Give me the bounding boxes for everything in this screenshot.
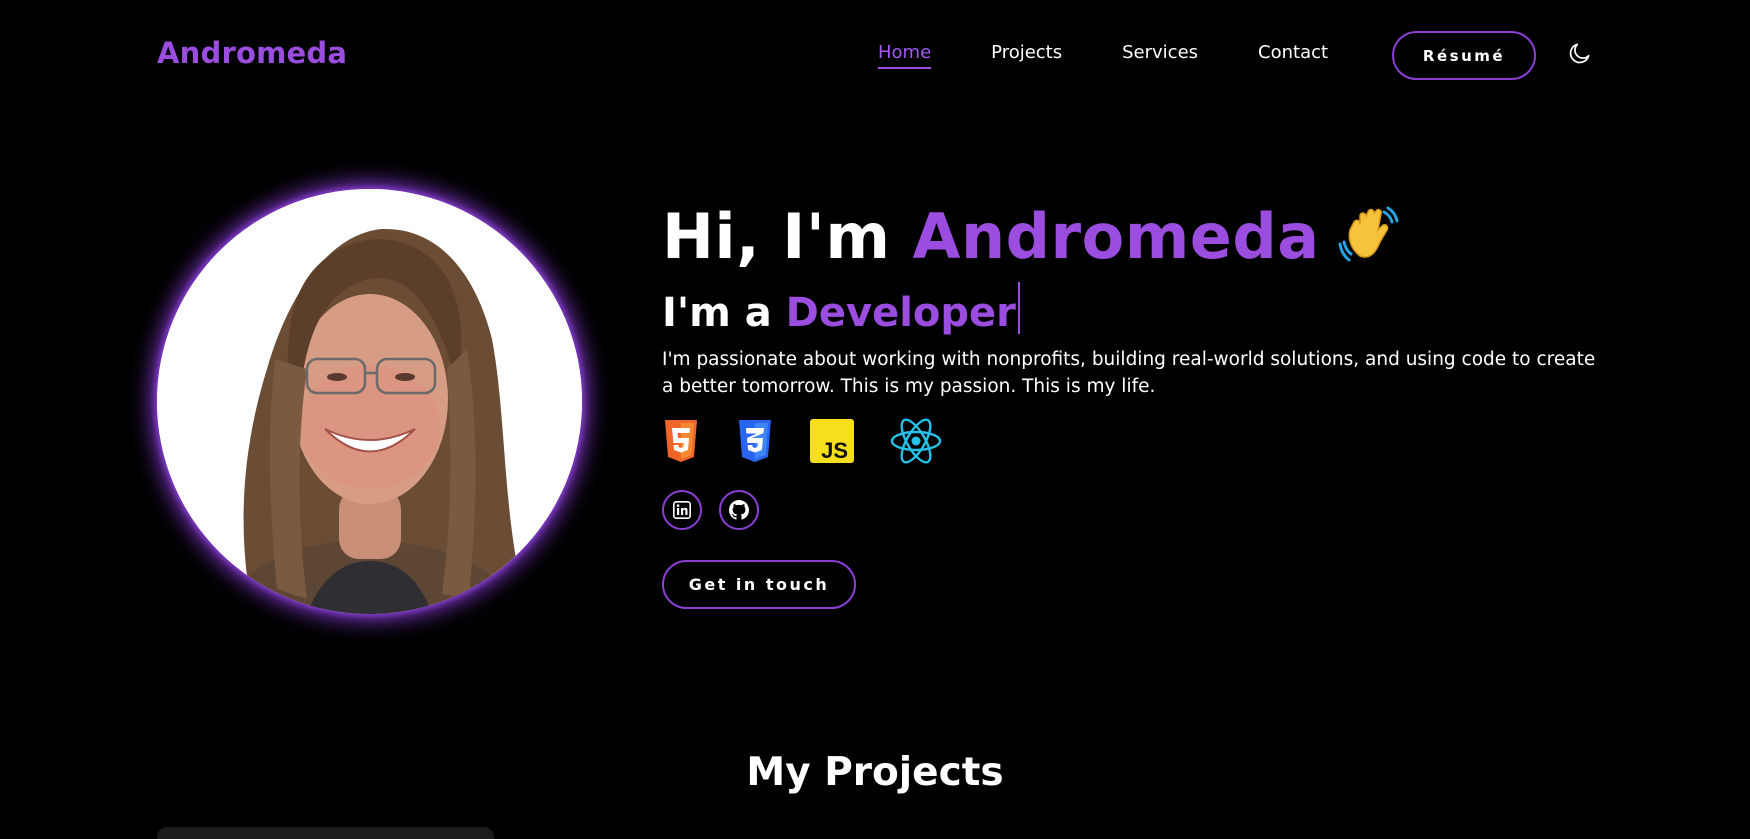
css3-icon bbox=[736, 418, 774, 468]
tech-stack: JS bbox=[662, 418, 978, 468]
role-typed-text: Developer bbox=[785, 290, 1016, 336]
hero-role: I'm a Developer bbox=[662, 282, 1020, 336]
portfolio-page: Andromeda Home Projects Services Contact… bbox=[0, 0, 1750, 839]
project-card[interactable] bbox=[157, 827, 494, 839]
role-prefix: I'm a bbox=[662, 290, 786, 336]
typing-cursor bbox=[1017, 282, 1020, 334]
waving-hand-icon bbox=[1338, 202, 1402, 266]
hero-name: Andromeda bbox=[912, 200, 1320, 273]
moon-icon[interactable] bbox=[1567, 40, 1593, 66]
nav-home[interactable]: Home bbox=[878, 42, 932, 69]
profile-photo bbox=[157, 189, 582, 614]
main-nav: Home Projects Services Contact bbox=[878, 42, 1388, 69]
get-in-touch-button[interactable]: Get in touch bbox=[662, 560, 856, 609]
nav-services[interactable]: Services bbox=[1122, 42, 1198, 69]
site-logo[interactable]: Andromeda bbox=[157, 36, 347, 70]
resume-button[interactable]: Résumé bbox=[1392, 31, 1536, 80]
hero-heading: Hi, I'm Andromeda bbox=[662, 200, 1402, 273]
hero-description: I'm passionate about working with nonpro… bbox=[662, 349, 1596, 397]
hero-greeting: Hi, I'm bbox=[662, 200, 913, 273]
nav-contact[interactable]: Contact bbox=[1258, 42, 1328, 69]
react-icon bbox=[890, 418, 942, 468]
svg-text:JS: JS bbox=[821, 438, 848, 463]
nav-projects[interactable]: Projects bbox=[991, 42, 1062, 69]
projects-heading: My Projects bbox=[746, 750, 1004, 795]
html5-icon bbox=[662, 418, 700, 468]
javascript-icon: JS bbox=[810, 419, 854, 467]
social-links bbox=[662, 490, 759, 530]
github-icon[interactable] bbox=[719, 490, 759, 530]
linkedin-icon[interactable] bbox=[662, 490, 702, 530]
